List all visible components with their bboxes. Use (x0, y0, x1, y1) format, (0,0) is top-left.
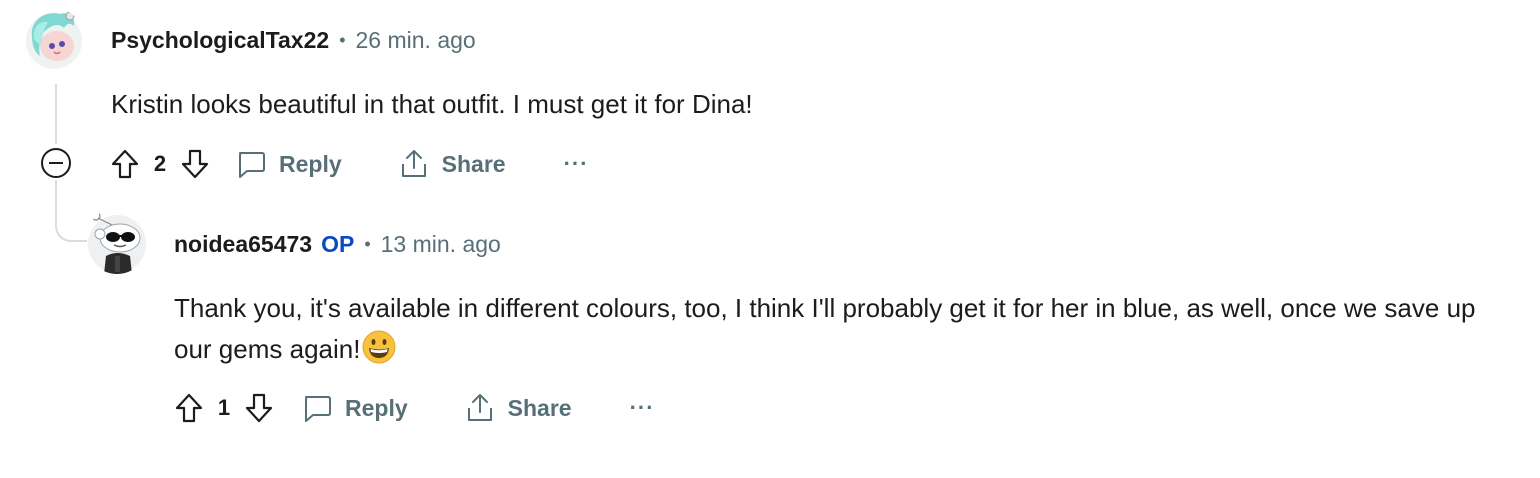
grinning-face-emoji (362, 330, 396, 364)
comment-body: Kristin looks beautiful in that outfit. … (111, 89, 753, 119)
username[interactable]: noidea65473 (174, 231, 312, 258)
avatar[interactable] (86, 208, 148, 274)
username[interactable]: PsychologicalTax22 (111, 27, 329, 54)
snoo-avatar-teal-hair-icon (26, 11, 82, 69)
comment-meta: PsychologicalTax22 • 26 min. ago (111, 24, 476, 56)
timestamp[interactable]: 13 min. ago (381, 231, 501, 258)
downvote-icon (245, 393, 273, 423)
share-icon (401, 150, 426, 177)
comment-actions: 1 Reply Share ··· (169, 386, 655, 430)
share-label: Share (507, 394, 572, 421)
reply-label: Reply (279, 150, 342, 177)
share-button[interactable]: Share (398, 148, 506, 180)
upvote-button[interactable] (169, 388, 209, 428)
downvote-button[interactable] (239, 388, 279, 428)
vote-score: 2 (153, 151, 167, 176)
upvote-icon (111, 149, 139, 179)
op-badge: OP (321, 230, 355, 257)
separator-dot: • (364, 233, 371, 254)
share-label: Share (441, 150, 506, 177)
reply-label: Reply (345, 394, 408, 421)
snoo-avatar-sunglasses-icon (88, 211, 146, 274)
separator-dot: • (339, 29, 346, 50)
reply-button[interactable]: Reply (235, 148, 342, 180)
comment-bubble-icon (305, 396, 331, 422)
share-button[interactable]: Share (464, 392, 572, 424)
comment-actions: 2 Reply Share ··· (105, 142, 589, 186)
upvote-button[interactable] (105, 144, 145, 184)
collapse-thread-button[interactable] (41, 148, 71, 178)
comment-bubble-icon (239, 152, 265, 178)
downvote-icon (181, 149, 209, 179)
share-icon (467, 394, 492, 421)
vote-score: 1 (217, 395, 231, 420)
more-options-button[interactable]: ··· (630, 395, 655, 421)
upvote-icon (175, 393, 203, 423)
comment-body: Thank you, it's available in different c… (174, 288, 1514, 370)
reply-button[interactable]: Reply (301, 392, 408, 424)
avatar[interactable] (24, 8, 84, 70)
timestamp[interactable]: 26 min. ago (356, 27, 476, 54)
thread-line-curve (55, 196, 87, 242)
collapse-thread-icon (49, 162, 63, 164)
more-options-button[interactable]: ··· (564, 151, 589, 177)
downvote-button[interactable] (175, 144, 215, 184)
comment-meta: noidea65473 OP • 13 min. ago (174, 228, 501, 260)
thread-line-vertical (55, 84, 57, 144)
